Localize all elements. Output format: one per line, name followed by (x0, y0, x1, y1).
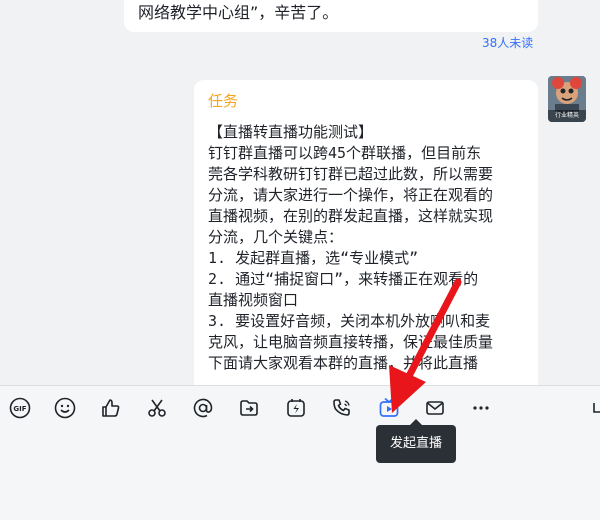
live-stream-icon (379, 397, 399, 417)
message-input-area[interactable] (0, 430, 600, 520)
start-live-tooltip: 发起直播 (376, 419, 456, 463)
call-icon (333, 399, 350, 416)
like-button[interactable] (99, 396, 123, 420)
avatar[interactable]: 行业精英 (548, 76, 586, 122)
thumbs-up-icon (102, 399, 120, 417)
gif-icon: GIF (9, 397, 31, 419)
mention-button[interactable] (191, 396, 215, 420)
forward-button[interactable] (237, 396, 261, 420)
gif-button[interactable]: GIF (8, 396, 32, 420)
at-icon (193, 398, 213, 418)
mail-icon (426, 401, 444, 415)
expand-icon (593, 403, 600, 413)
emoji-button[interactable] (53, 396, 77, 420)
task-title: 任务 (208, 92, 239, 110)
previous-message-bubble[interactable]: 网络教学中心组”，辛苦了。 (124, 0, 538, 32)
more-button[interactable] (469, 396, 493, 420)
flash-icon (287, 399, 305, 417)
svg-text:GIF: GIF (13, 405, 26, 413)
start-live-button[interactable] (377, 396, 401, 420)
task-message-bubble[interactable]: 任务 【直播转直播功能测试】 钉钉群直播可以跨45个群联播，但目前东 莞各学科教… (194, 80, 538, 390)
emoji-icon (54, 397, 76, 419)
scissors-icon (148, 399, 166, 417)
screenshot-button[interactable] (145, 396, 169, 420)
message-toolbar: GIF (0, 385, 600, 430)
flash-button[interactable] (284, 396, 308, 420)
expand-handle[interactable] (584, 396, 600, 420)
chat-message-area: 网络教学中心组”，辛苦了。 38人未读 任务 【直播转直播功能测试】 钉钉群直播… (0, 0, 600, 390)
call-button[interactable] (330, 396, 354, 420)
more-icon (473, 406, 489, 410)
task-body-text: 【直播转直播功能测试】 钉钉群直播可以跨45个群联播，但目前东 莞各学科教研钉钉… (208, 123, 494, 372)
read-status-link[interactable]: 38人未读 (482, 34, 533, 51)
avatar-tag: 行业精英 (548, 110, 586, 122)
forward-icon (240, 400, 258, 416)
previous-message-text: 网络教学中心组”，辛苦了。 (138, 3, 339, 22)
mail-button[interactable] (423, 396, 447, 420)
